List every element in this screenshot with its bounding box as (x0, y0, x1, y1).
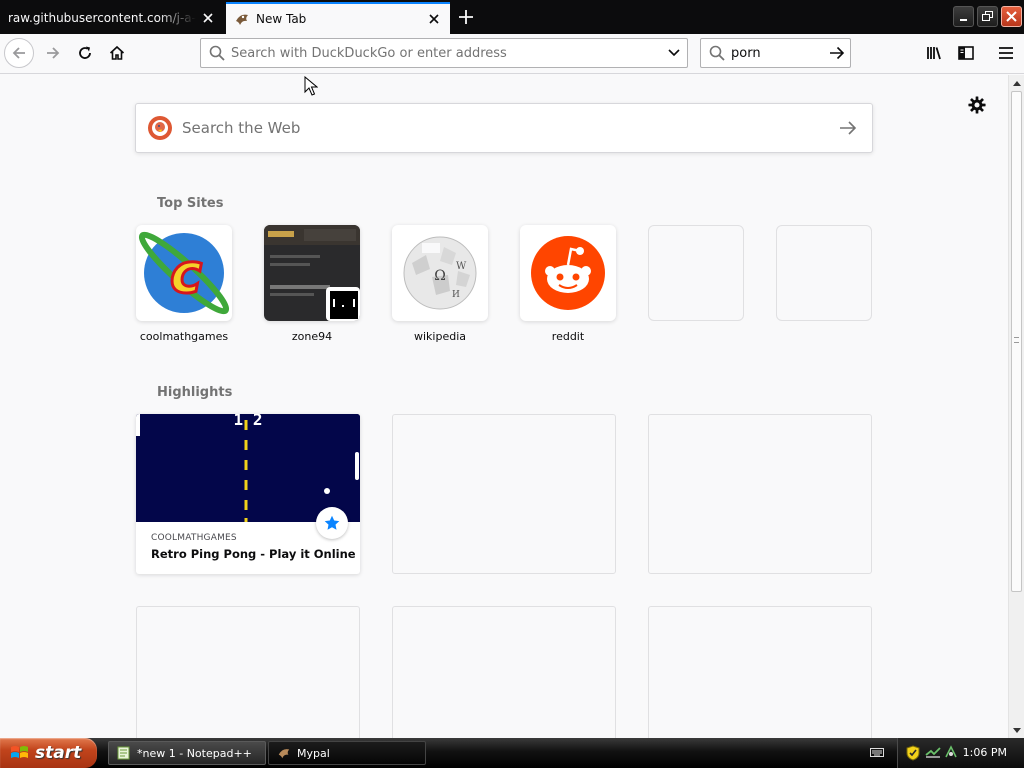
home-icon (109, 45, 125, 60)
svg-text:c: c (170, 242, 202, 305)
grip-icon (1014, 337, 1019, 343)
vertical-scrollbar[interactable] (1008, 75, 1024, 738)
empty-tile (648, 225, 744, 321)
scroll-down-arrow-icon[interactable] (1010, 722, 1024, 738)
highlight-placeholder (648, 606, 872, 738)
gear-icon[interactable] (966, 94, 988, 116)
svg-text:W: W (456, 261, 467, 272)
forward-arrow-icon (47, 47, 60, 59)
tab-title: raw.githubusercontent.com/j-a-13/cm (8, 11, 196, 25)
start-label: start (35, 743, 82, 763)
duckduckgo-logo-icon (148, 116, 172, 140)
window-close-button[interactable] (1001, 6, 1022, 27)
ping-pong-thumbnail: 1 2 (136, 414, 360, 522)
library-button[interactable] (920, 38, 950, 68)
sidebar-button[interactable] (951, 38, 981, 68)
highlight-placeholder (136, 606, 360, 738)
highlight-title: Retro Ping Pong - Play it Online ... (151, 547, 360, 561)
highlights-heading: Highlights (157, 385, 233, 400)
home-button[interactable] (102, 38, 132, 68)
zone94-screenshot-icon (264, 225, 360, 321)
taskbar: start *new 1 - Notepad++ Mypal 1:06 PM (0, 738, 1024, 768)
taskbar-item-mypal[interactable]: Mypal (268, 741, 426, 765)
network-activity-icon[interactable] (944, 745, 958, 759)
web-search-box[interactable] (135, 103, 873, 153)
top-site-reddit[interactable]: reddit (520, 225, 616, 343)
library-icon (927, 47, 941, 60)
taskbar-item-label: *new 1 - Notepad++ (137, 746, 252, 760)
security-shield-icon[interactable] (906, 745, 920, 761)
navigation-toolbar (0, 34, 1024, 74)
web-search-input[interactable] (182, 119, 824, 137)
search-icon (709, 45, 725, 61)
arrow-right-icon[interactable] (824, 39, 850, 67)
tab-strip: raw.githubusercontent.com/j-a-13/cm New … (0, 0, 1024, 34)
reddit-alien-logo-icon (520, 225, 616, 321)
highlight-card[interactable]: 1 2 COOLMATHGAMES Retro Ping Pong - Play… (136, 414, 360, 574)
tab-github[interactable]: raw.githubusercontent.com/j-a-13/cm (0, 2, 224, 34)
plus-icon (459, 10, 473, 24)
top-site-coolmathgames[interactable]: c coolmathgames (136, 225, 232, 343)
reload-icon (79, 46, 91, 59)
highlight-source: COOLMATHGAMES (151, 533, 237, 543)
close-icon[interactable] (422, 7, 446, 31)
svg-text:Ω: Ω (434, 268, 446, 284)
network-icon[interactable] (925, 745, 941, 759)
top-site-wikipedia[interactable]: Ω W И wikipedia (392, 225, 488, 343)
reload-button[interactable] (70, 38, 100, 68)
restore-button[interactable] (977, 6, 998, 27)
score-text: 1 2 (234, 414, 263, 429)
scrollbar-thumb[interactable] (1011, 91, 1022, 592)
mypal-icon (234, 11, 250, 27)
top-sites-heading: Top Sites (157, 196, 224, 211)
top-site-zone94[interactable]: zone94 (264, 225, 360, 343)
url-input[interactable] (231, 40, 661, 66)
top-site-empty (776, 225, 872, 321)
forward-button[interactable] (38, 38, 68, 68)
keyboard-icon[interactable] (870, 746, 884, 758)
notepadpp-icon (117, 746, 131, 760)
new-tab-page: Top Sites c coolmathgames (0, 75, 1008, 738)
taskbar-item-label: Mypal (297, 746, 330, 760)
chevron-down-icon[interactable] (661, 39, 687, 67)
minimize-button[interactable] (953, 6, 974, 27)
sidebar-icon (958, 46, 974, 60)
svg-text:И: И (452, 290, 460, 300)
mouse-cursor-icon (304, 76, 318, 96)
tab-title: New Tab (256, 12, 307, 26)
menu-button[interactable] (991, 38, 1021, 68)
system-tray: 1:06 PM (897, 738, 1024, 768)
close-icon[interactable] (196, 6, 220, 30)
new-tab-button[interactable] (452, 2, 480, 32)
highlight-placeholder (392, 414, 616, 574)
site-label: wikipedia (413, 330, 466, 343)
coolmathgames-logo-icon: c (136, 225, 232, 321)
tab-new-tab[interactable]: New Tab (226, 2, 450, 34)
search-input[interactable] (731, 45, 824, 61)
search-icon (209, 45, 225, 61)
wikipedia-globe-logo-icon: Ω W И (392, 225, 488, 321)
windows-logo-icon (10, 744, 30, 762)
taskbar-item-notepadpp[interactable]: *new 1 - Notepad++ (108, 741, 266, 765)
mypal-icon (277, 746, 291, 760)
start-button[interactable]: start (0, 738, 97, 768)
site-label: reddit (551, 330, 585, 343)
back-button[interactable] (4, 38, 34, 68)
clock: 1:06 PM (962, 746, 1007, 759)
scroll-up-arrow-icon[interactable] (1010, 75, 1024, 91)
top-site-empty (648, 225, 744, 321)
site-label: zone94 (291, 330, 333, 343)
highlight-placeholder (648, 414, 872, 574)
search-bar[interactable] (700, 38, 851, 68)
empty-tile (776, 225, 872, 321)
url-bar[interactable] (200, 38, 688, 68)
arrow-right-icon[interactable] (824, 104, 872, 152)
bookmark-star-icon[interactable] (316, 507, 348, 539)
highlight-placeholder (392, 606, 616, 738)
hamburger-icon (999, 47, 1013, 59)
site-label: coolmathgames (139, 330, 229, 343)
back-arrow-icon (12, 47, 25, 59)
